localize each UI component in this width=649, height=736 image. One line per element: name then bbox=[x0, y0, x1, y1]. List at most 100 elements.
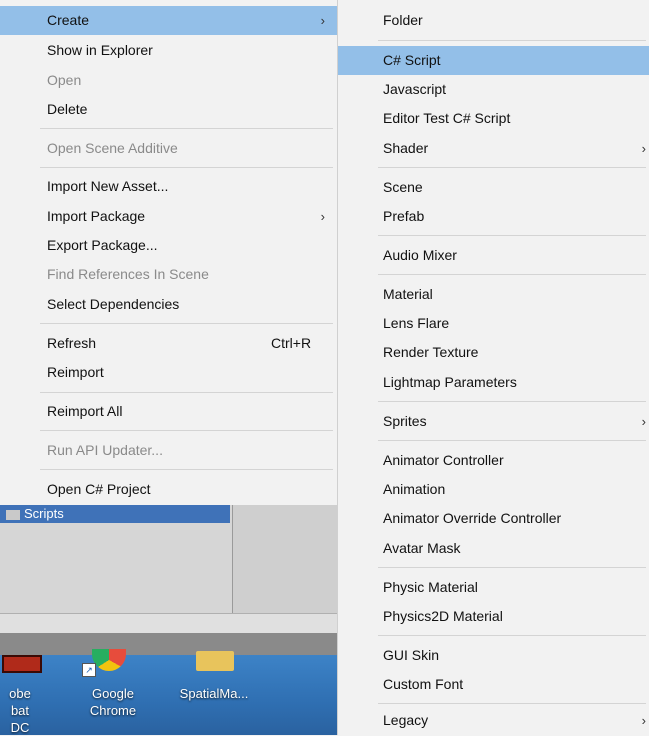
menu-item-show-in-explorer[interactable]: Show in Explorer bbox=[0, 36, 337, 65]
desktop-icon-chrome[interactable]: Google Chrome bbox=[78, 685, 148, 719]
submenu-item-csharp-script[interactable]: C# Script bbox=[338, 46, 649, 75]
menu-item-label: Run API Updater... bbox=[47, 442, 163, 458]
submenu-item-gui-skin[interactable]: GUI Skin bbox=[338, 641, 649, 670]
project-folder-tree: Scripts bbox=[0, 505, 233, 613]
menu-item-open-scene-additive: Open Scene Additive bbox=[0, 134, 337, 163]
menu-item-label: Import Package bbox=[47, 208, 146, 224]
desktop-wallpaper: obe bat DC ↗ Google Chrome SpatialMa... bbox=[0, 649, 340, 736]
menu-item-label: Reimport bbox=[47, 364, 104, 380]
menu-separator bbox=[378, 274, 646, 275]
chrome-icon[interactable] bbox=[92, 649, 126, 671]
desktop-icon-label: Chrome bbox=[89, 703, 137, 718]
menu-item-delete[interactable]: Delete bbox=[0, 95, 337, 124]
submenu-arrow-icon: › bbox=[320, 13, 325, 28]
desktop-icon-label: Google bbox=[92, 686, 134, 701]
submenu-item-shader[interactable]: Shader › bbox=[338, 134, 649, 163]
submenu-item-lightmap-parameters[interactable]: Lightmap Parameters bbox=[338, 368, 649, 397]
folder-icon[interactable] bbox=[196, 651, 234, 671]
menu-item-label: Material bbox=[383, 286, 433, 302]
menu-item-open-csharp-project[interactable]: Open C# Project bbox=[0, 475, 337, 504]
menu-item-label: Delete bbox=[47, 101, 88, 117]
menu-item-label: Legacy bbox=[383, 712, 429, 728]
menu-item-label: Create bbox=[47, 12, 90, 28]
folder-row-label: Scripts bbox=[24, 506, 64, 521]
submenu-item-material[interactable]: Material bbox=[338, 280, 649, 309]
menu-item-label: Find References In Scene bbox=[47, 266, 209, 282]
menu-separator bbox=[40, 323, 333, 324]
menu-item-label: Reimport All bbox=[47, 403, 123, 419]
menu-item-open: Open bbox=[0, 66, 337, 95]
submenu-arrow-icon: › bbox=[320, 209, 325, 224]
menu-item-shortcut: Ctrl+R bbox=[271, 335, 312, 351]
menu-item-label: Lightmap Parameters bbox=[383, 374, 517, 390]
desktop-icon-label: obe bbox=[9, 686, 31, 701]
menu-item-find-references: Find References In Scene bbox=[0, 260, 337, 289]
submenu-item-lens-flare[interactable]: Lens Flare bbox=[338, 309, 649, 338]
menu-separator bbox=[40, 392, 333, 393]
menu-item-import-new-asset[interactable]: Import New Asset... bbox=[0, 172, 337, 201]
desktop-icon-label: SpatialMa... bbox=[179, 686, 249, 701]
submenu-item-javascript[interactable]: Javascript bbox=[338, 75, 649, 104]
menu-item-refresh[interactable]: Refresh Ctrl+R bbox=[0, 329, 337, 358]
editor-status-bar bbox=[0, 633, 340, 655]
menu-item-label: Lens Flare bbox=[383, 315, 450, 331]
submenu-item-audio-mixer[interactable]: Audio Mixer bbox=[338, 241, 649, 270]
submenu-arrow-icon: › bbox=[641, 713, 646, 728]
menu-separator bbox=[40, 469, 333, 470]
menu-item-label: Editor Test C# Script bbox=[383, 110, 511, 126]
menu-item-label: Import New Asset... bbox=[47, 178, 169, 194]
menu-item-label: Javascript bbox=[383, 81, 447, 97]
menu-item-label: Folder bbox=[383, 12, 423, 28]
menu-separator bbox=[378, 567, 646, 568]
menu-item-label: Render Texture bbox=[383, 344, 479, 360]
submenu-item-editor-test-script[interactable]: Editor Test C# Script bbox=[338, 104, 649, 133]
acrobat-icon[interactable] bbox=[2, 655, 42, 673]
submenu-item-scene[interactable]: Scene bbox=[338, 173, 649, 202]
menu-item-import-package[interactable]: Import Package › bbox=[0, 202, 337, 231]
desktop-icon-acrobat[interactable]: obe bat DC bbox=[0, 685, 40, 736]
create-submenu: Folder C# Script Javascript Editor Test … bbox=[337, 0, 649, 735]
menu-item-label: Animation bbox=[383, 481, 446, 497]
submenu-item-animator-override[interactable]: Animator Override Controller bbox=[338, 504, 649, 533]
menu-item-label: Select Dependencies bbox=[47, 296, 180, 312]
submenu-item-legacy[interactable]: Legacy › bbox=[338, 706, 649, 735]
menu-item-label: Animator Controller bbox=[383, 452, 504, 468]
menu-item-reimport-all[interactable]: Reimport All bbox=[0, 397, 337, 426]
submenu-item-animator-controller[interactable]: Animator Controller bbox=[338, 446, 649, 475]
menu-item-label: Open bbox=[47, 72, 82, 88]
folder-row-scripts[interactable]: Scripts bbox=[0, 505, 230, 523]
project-panel-footer bbox=[0, 613, 340, 634]
submenu-item-render-texture[interactable]: Render Texture bbox=[338, 338, 649, 367]
menu-item-export-package[interactable]: Export Package... bbox=[0, 231, 337, 260]
menu-item-label: Sprites bbox=[383, 413, 427, 429]
menu-separator bbox=[40, 167, 333, 168]
menu-separator bbox=[378, 635, 646, 636]
menu-item-label: Scene bbox=[383, 179, 423, 195]
menu-separator bbox=[378, 401, 646, 402]
submenu-item-animation[interactable]: Animation bbox=[338, 475, 649, 504]
menu-item-select-dependencies[interactable]: Select Dependencies bbox=[0, 290, 337, 319]
menu-item-reimport[interactable]: Reimport bbox=[0, 358, 337, 387]
project-assets-panel bbox=[233, 505, 340, 613]
submenu-item-avatar-mask[interactable]: Avatar Mask bbox=[338, 534, 649, 563]
menu-item-label: Show in Explorer bbox=[47, 42, 153, 58]
menu-item-label: Shader bbox=[383, 140, 429, 156]
submenu-item-prefab[interactable]: Prefab bbox=[338, 202, 649, 231]
menu-item-label: Physics2D Material bbox=[383, 608, 503, 624]
submenu-item-physic-material[interactable]: Physic Material bbox=[338, 573, 649, 602]
desktop-icon-spatialmapping[interactable]: SpatialMa... bbox=[168, 685, 260, 702]
menu-separator bbox=[378, 703, 646, 704]
submenu-item-folder[interactable]: Folder bbox=[338, 6, 649, 35]
submenu-item-custom-font[interactable]: Custom Font bbox=[338, 670, 649, 699]
menu-item-create[interactable]: Create › bbox=[0, 6, 337, 35]
desktop-icon-label: bat DC bbox=[10, 703, 30, 735]
menu-item-label: Open Scene Additive bbox=[47, 140, 178, 156]
menu-item-label: Physic Material bbox=[383, 579, 478, 595]
menu-item-label: Audio Mixer bbox=[383, 247, 457, 263]
menu-separator bbox=[378, 440, 646, 441]
menu-item-label: Export Package... bbox=[47, 237, 158, 253]
submenu-arrow-icon: › bbox=[641, 141, 646, 156]
submenu-item-physics2d-material[interactable]: Physics2D Material bbox=[338, 602, 649, 631]
project-context-menu: Create › Show in Explorer Open Delete Op… bbox=[0, 0, 337, 505]
submenu-item-sprites[interactable]: Sprites › bbox=[338, 407, 649, 436]
